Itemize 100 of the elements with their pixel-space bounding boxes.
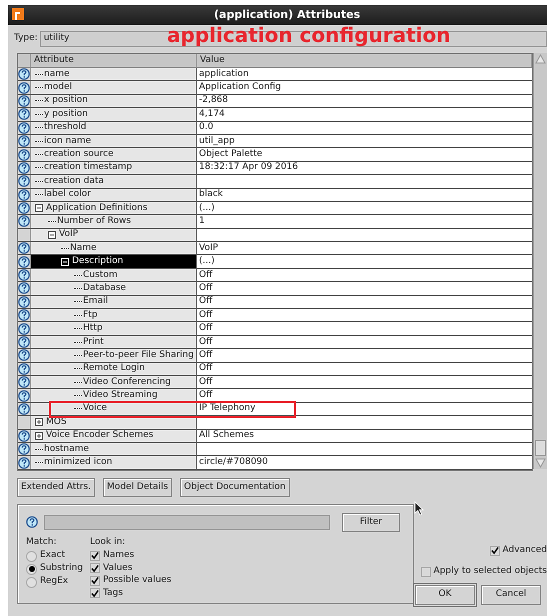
checkbox[interactable] [90, 576, 100, 586]
attribute-cell[interactable]: Voice [31, 402, 197, 416]
attribute-cell[interactable]: Application Definitions [31, 202, 197, 214]
checkbox[interactable] [420, 566, 431, 577]
checkbox-label[interactable]: Names [103, 549, 134, 563]
checkbox-label[interactable]: Apply to selected objects [434, 564, 547, 578]
value-cell[interactable]: application [197, 68, 532, 80]
radio-label[interactable]: Exact [40, 549, 66, 563]
attribute-cell[interactable]: Video Conferencing [31, 376, 197, 388]
value-cell[interactable]: Off [197, 268, 532, 282]
toolbar-button[interactable]: Extended Attrs. [17, 478, 95, 497]
attribute-cell[interactable]: label color [31, 188, 197, 201]
value-cell[interactable]: (...) [197, 202, 532, 214]
toolbar-button[interactable]: Model Details [102, 478, 172, 497]
attribute-cell[interactable]: x position [31, 94, 197, 108]
look-in-label: Look in: [90, 536, 126, 549]
attribute-cell[interactable]: Database [31, 282, 197, 295]
checkbox[interactable] [490, 546, 500, 556]
attribute-cell[interactable]: Remote Login [31, 362, 197, 375]
value-cell[interactable]: Off [197, 349, 532, 362]
value-cell[interactable]: circle/#708090 [197, 456, 532, 469]
minus-box-icon[interactable] [48, 230, 56, 239]
value-cell[interactable] [197, 228, 532, 242]
checkbox-label[interactable]: Possible values [103, 574, 172, 588]
value-cell[interactable] [197, 175, 532, 188]
value-cell[interactable]: Off [197, 336, 532, 348]
pointer-icon [414, 501, 424, 516]
value-cell[interactable]: Object Palette [197, 148, 532, 161]
value-cell[interactable]: (...) [197, 255, 532, 268]
radio-label[interactable]: Substring [40, 562, 83, 576]
value-cell[interactable]: IP Telephony [197, 402, 532, 416]
plus-box-icon[interactable] [35, 418, 43, 426]
attribute-cell[interactable]: Video Streaming [31, 389, 197, 402]
value-cell[interactable]: VoIP [197, 242, 532, 254]
attribute-cell[interactable]: y position [31, 108, 197, 121]
attribute-cell[interactable]: Print [31, 336, 197, 348]
attribute-cell[interactable]: model [31, 81, 197, 94]
checkbox[interactable] [90, 550, 100, 561]
radio-button[interactable] [26, 576, 37, 588]
scroll-thumb[interactable] [535, 440, 546, 456]
attribute-cell[interactable]: name [31, 68, 197, 80]
checkbox-label[interactable]: Tags [103, 586, 123, 600]
value-cell[interactable]: black [197, 188, 532, 201]
attribute-cell[interactable]: Custom [31, 268, 197, 282]
scrollbar[interactable] [533, 53, 547, 469]
attribute-cell[interactable]: creation timestamp [31, 162, 197, 174]
value-cell[interactable]: Off [197, 296, 532, 308]
attribute-cell[interactable]: Name [31, 242, 197, 254]
value-cell[interactable]: util_app [197, 134, 532, 148]
value-cell[interactable]: Off [197, 376, 532, 388]
attribute-cell[interactable]: Ftp [31, 309, 197, 322]
value-cell[interactable]: Off [197, 322, 532, 335]
filter-field[interactable] [44, 514, 330, 530]
attribute-cell[interactable]: creation source [31, 148, 197, 161]
value-cell[interactable]: 18:32:17 Apr 09 2016 [197, 162, 532, 174]
checkbox[interactable] [90, 563, 100, 574]
attribute-cell[interactable]: Peer-to-peer File Sharing [31, 349, 197, 362]
attribute-cell[interactable]: hostname [31, 442, 197, 456]
match-label: Match: [26, 536, 58, 549]
attribute-cell[interactable]: Number of Rows [31, 215, 197, 228]
attribute-cell[interactable]: icon name [31, 134, 197, 148]
attribute-cell[interactable]: Voice Encoder Schemes [31, 430, 197, 442]
value-cell[interactable]: All Schemes [197, 430, 532, 442]
checkbox-label[interactable]: Values [103, 562, 132, 576]
minus-box-icon[interactable] [35, 204, 43, 212]
column-header[interactable]: Value [197, 54, 532, 67]
attribute-cell[interactable]: VoIP [31, 228, 197, 242]
checkbox[interactable] [90, 588, 100, 598]
attribute-cell[interactable]: creation data [31, 175, 197, 188]
checkbox-label[interactable]: Advanced [502, 544, 547, 558]
filter-button[interactable]: Filter [342, 512, 400, 532]
value-cell[interactable]: -2,868 [197, 94, 532, 108]
radio-button[interactable] [26, 550, 37, 562]
value-cell[interactable]: Off [197, 389, 532, 402]
value-cell[interactable]: Application Config [197, 81, 532, 94]
plus-box-icon[interactable] [35, 432, 43, 440]
value-cell[interactable]: 4,174 [197, 108, 532, 121]
value-cell[interactable] [197, 416, 532, 429]
attribute-cell[interactable]: Http [31, 322, 197, 335]
value-cell[interactable]: Off [197, 362, 532, 375]
value-cell[interactable] [197, 442, 532, 456]
value-cell[interactable]: Off [197, 309, 532, 322]
attribute-cell[interactable]: minimized icon [31, 456, 197, 469]
dialog-button[interactable]: Cancel [481, 584, 541, 605]
help-icon[interactable] [26, 516, 38, 528]
column-header[interactable]: Attribute [31, 54, 197, 67]
annotation-text: application configuration [167, 25, 451, 45]
toolbar-button[interactable]: Object Documentation [180, 478, 290, 497]
value-cell[interactable]: 0.0 [197, 122, 532, 134]
type-label: Type: [14, 32, 38, 46]
attribute-cell[interactable]: threshold [31, 122, 197, 134]
attribute-cell[interactable]: Description [31, 255, 197, 268]
radio-button[interactable] [26, 564, 37, 575]
dialog-button[interactable]: OK [415, 584, 475, 605]
attribute-cell[interactable]: Email [31, 296, 197, 308]
value-cell[interactable]: 1 [197, 215, 532, 228]
value-cell[interactable]: Off [197, 282, 532, 295]
window-title: (application) Attributes [214, 6, 360, 23]
radio-label[interactable]: RegEx [40, 575, 68, 589]
app-icon [12, 8, 24, 20]
